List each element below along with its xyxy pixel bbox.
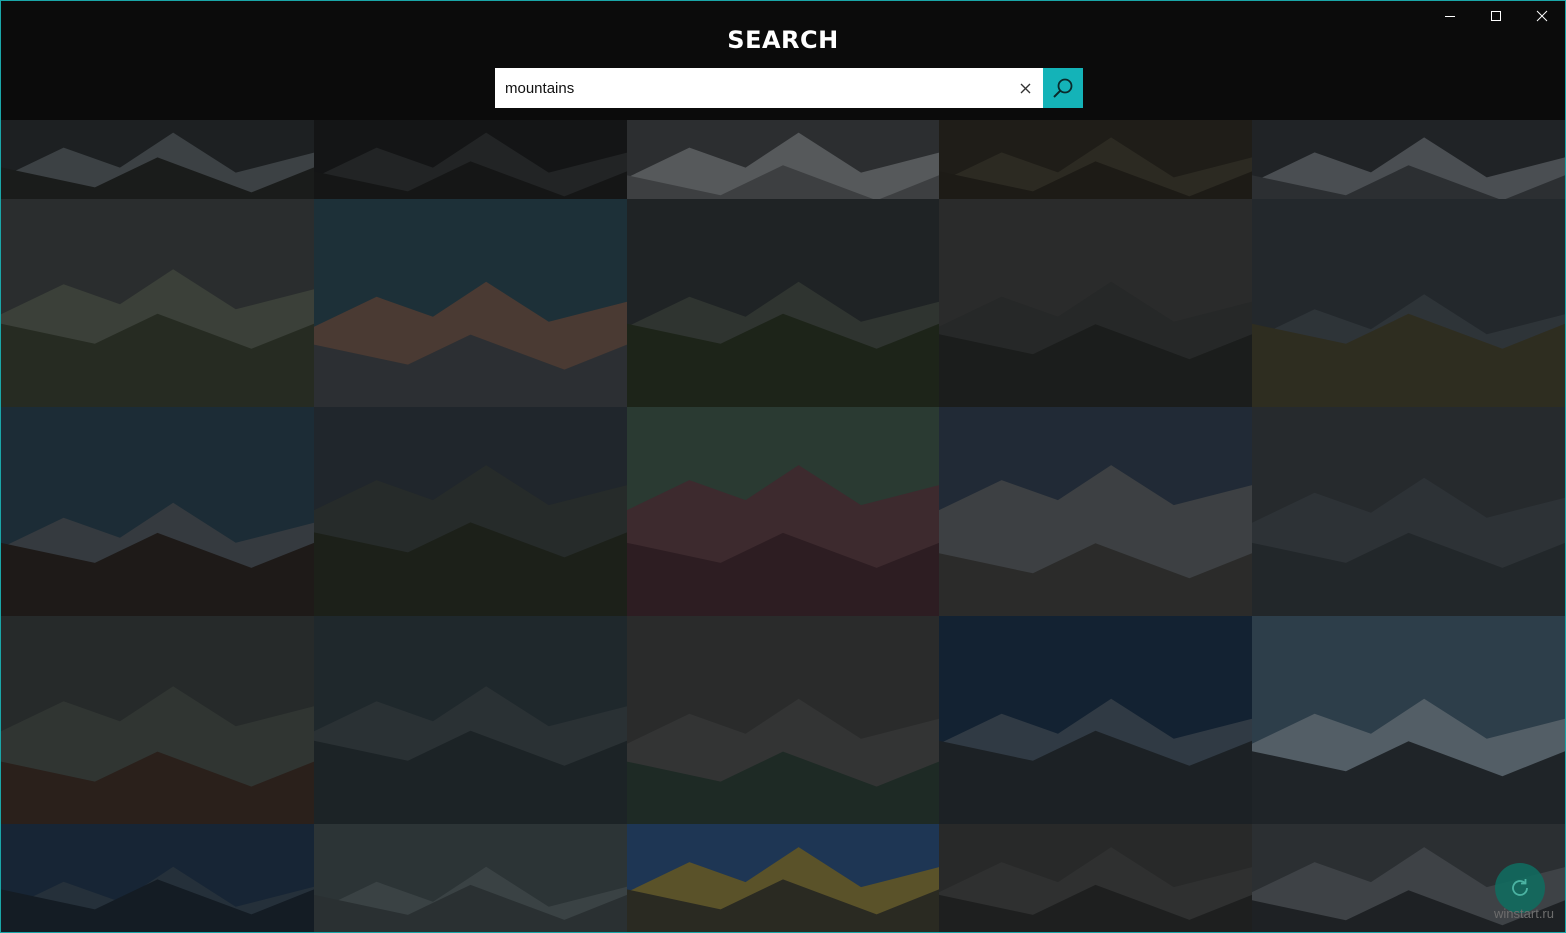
search-button[interactable]: [1043, 68, 1083, 108]
image-tile[interactable]: [1252, 616, 1565, 824]
mountain-image: [1252, 616, 1565, 824]
page-title: SEARCH: [727, 26, 839, 54]
mountain-image: [1, 199, 314, 407]
mountain-image: [627, 199, 939, 407]
mountain-image: [627, 616, 939, 824]
mountain-image: [1, 120, 314, 199]
image-tile[interactable]: [1252, 120, 1565, 199]
image-tile[interactable]: [627, 824, 939, 933]
minimize-icon: [1445, 16, 1455, 17]
image-tile[interactable]: [314, 824, 627, 933]
mountain-image: [1252, 407, 1565, 616]
maximize-button[interactable]: [1473, 0, 1519, 32]
image-tile[interactable]: [1, 407, 314, 616]
image-tile[interactable]: [1252, 407, 1565, 616]
mountain-image: [314, 199, 627, 407]
image-tile[interactable]: [939, 199, 1252, 407]
mountain-image: [314, 407, 627, 616]
image-tile[interactable]: [939, 824, 1252, 933]
mountain-image: [314, 616, 627, 824]
image-tile[interactable]: [1, 824, 314, 933]
mountain-image: [1252, 199, 1565, 407]
close-icon: [1536, 10, 1548, 22]
clear-search-button[interactable]: [1017, 80, 1033, 96]
search-icon: [1053, 78, 1073, 98]
image-tile[interactable]: [939, 407, 1252, 616]
mountain-image: [939, 199, 1252, 407]
image-tile[interactable]: [1, 616, 314, 824]
close-icon: [1020, 83, 1030, 93]
mountain-image: [1, 616, 314, 824]
mountain-image: [939, 120, 1252, 199]
mountain-image: [939, 824, 1252, 933]
image-tile[interactable]: [939, 120, 1252, 199]
mountain-image: [314, 120, 627, 199]
image-tile[interactable]: [627, 199, 939, 407]
image-tile[interactable]: [314, 407, 627, 616]
mountain-image: [1, 824, 314, 933]
image-tile[interactable]: [627, 616, 939, 824]
refresh-icon: [1512, 879, 1528, 896]
image-tile[interactable]: [627, 407, 939, 616]
image-tile[interactable]: [314, 199, 627, 407]
search-input[interactable]: [495, 69, 1005, 107]
mountain-image: [939, 616, 1252, 824]
mountain-image: [627, 120, 939, 199]
search-box: [495, 68, 1043, 108]
watermark: winstart.ru: [1494, 906, 1554, 921]
minimize-button[interactable]: [1427, 0, 1473, 32]
close-button[interactable]: [1519, 0, 1565, 32]
mountain-image: [314, 824, 627, 933]
maximize-icon: [1491, 11, 1501, 21]
image-tile[interactable]: [1252, 199, 1565, 407]
mountain-image: [939, 407, 1252, 616]
image-tile[interactable]: [314, 616, 627, 824]
results-grid: [1, 120, 1565, 933]
mountain-image: [1, 407, 314, 616]
mountain-image: [627, 824, 939, 933]
image-tile[interactable]: [314, 120, 627, 199]
mountain-image: [1252, 120, 1565, 199]
image-tile[interactable]: [939, 616, 1252, 824]
image-tile[interactable]: [1, 199, 314, 407]
mountain-image: [627, 407, 939, 616]
image-tile[interactable]: [1, 120, 314, 199]
header: SEARCH: [0, 0, 1566, 120]
image-tile[interactable]: [627, 120, 939, 199]
